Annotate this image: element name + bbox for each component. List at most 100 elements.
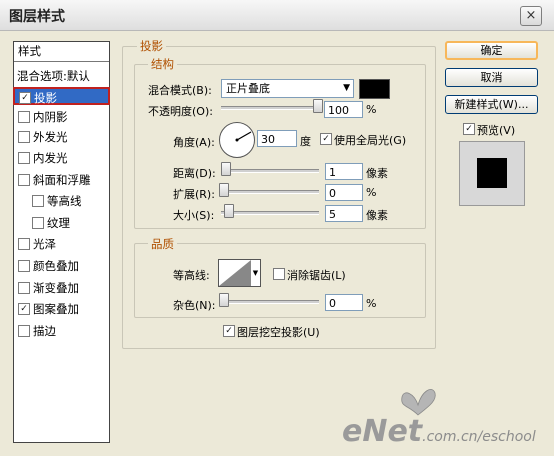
angle-dial[interactable] [219,122,255,158]
noise-slider-thumb[interactable] [219,293,229,307]
style-item[interactable]: ✓ 图案叠加 [14,300,109,318]
style-item-label: 内阴影 [33,110,68,124]
style-item-checkbox[interactable] [18,173,30,186]
spread-slider-track[interactable] [221,190,319,194]
global-light-label[interactable]: 使用全局光(G) [334,132,406,148]
quality-title: 品质 [148,236,177,252]
distance-label: 距离(D): [173,167,216,180]
style-item[interactable]: 混合选项:默认 [14,67,109,85]
watermark: eNet.com.cn/eschool [342,414,536,449]
size-slider-thumb[interactable] [224,204,234,218]
anti-alias-checkbox[interactable] [273,268,285,280]
linear-contour-icon [219,260,251,286]
size-slider-track[interactable] [221,211,319,215]
blend-mode-select[interactable]: 正片叠底 ▼ [221,79,354,98]
opacity-slider-thumb[interactable] [313,99,323,113]
watermark-suffix: .com.cn/eschool [422,429,536,445]
window-title: 图层样式 [9,9,65,25]
layer-style-dialog: 图层样式 × 样式 混合选项:默认 ✓ 投影 内阴影 外发光 内发光 斜面和浮雕 等高线 纹理光… [0,0,554,456]
style-item[interactable]: 渐变叠加 [14,279,109,297]
knockout-checkbox[interactable]: ✓ [223,325,235,337]
noise-field[interactable]: 0 [325,294,363,311]
style-item-label: 斜面和浮雕 [33,173,91,187]
style-item-checkbox[interactable] [18,281,30,294]
style-item-checkbox[interactable]: ✓ [19,91,31,104]
style-item[interactable]: 外发光 [14,128,109,146]
style-item-checkbox[interactable]: ✓ [18,302,30,315]
style-preview [459,141,525,206]
noise-slider-track[interactable] [221,300,319,304]
shadow-color-swatch[interactable] [359,79,390,99]
distance-unit: 像素 [366,167,388,180]
preview-label[interactable]: 预览(V) [477,122,515,138]
opacity-label: 不透明度(O): [148,105,213,118]
angle-needle-icon [235,131,252,142]
watermark-brand: eNet [342,414,423,449]
style-item-label: 投影 [34,91,57,105]
new-style-button[interactable]: 新建样式(W)... [445,95,538,114]
noise-unit: % [366,297,377,310]
size-field[interactable]: 5 [325,205,363,222]
style-item[interactable]: 光泽 [14,235,109,253]
blend-mode-value: 正片叠底 [226,82,270,95]
contour-preview[interactable] [218,259,252,287]
style-item-checkbox[interactable] [32,194,44,207]
distance-slider-track[interactable] [221,169,319,173]
style-item[interactable]: 描边 [14,322,109,340]
styles-list-header: 样式 [14,42,109,62]
style-item-checkbox[interactable] [18,110,30,123]
angle-label: 角度(A): [173,136,215,149]
style-item[interactable]: 斜面和浮雕 [14,171,109,189]
chevron-down-icon: ▼ [343,83,350,93]
style-item-label: 纹理 [47,216,70,230]
style-item-label: 内发光 [33,151,68,165]
style-item-checkbox[interactable] [18,151,30,164]
style-item-label: 渐变叠加 [33,281,79,295]
anti-alias-label[interactable]: 消除锯齿(L) [287,267,346,283]
global-light-checkbox[interactable]: ✓ [320,133,332,145]
preview-checkbox[interactable]: ✓ [463,123,475,135]
spread-label: 扩展(R): [173,188,215,201]
distance-field[interactable]: 1 [325,163,363,180]
style-item[interactable]: 内阴影 [14,108,109,126]
style-item-checkbox[interactable] [18,130,30,143]
noise-label: 杂色(N): [173,299,216,312]
drop-shadow-title: 投影 [137,38,166,54]
close-icon[interactable]: × [520,6,542,26]
size-label: 大小(S): [173,209,215,222]
ok-button[interactable]: 确定 [445,41,538,60]
knockout-label[interactable]: 图层挖空投影(U) [237,324,320,340]
style-item-label: 外发光 [33,130,68,144]
style-item[interactable]: ✓ 投影 [13,87,110,105]
style-item-label: 光泽 [33,237,56,251]
blend-mode-label: 混合模式(B): [148,84,212,97]
spread-slider-thumb[interactable] [219,183,229,197]
preview-swatch [477,158,507,188]
angle-unit: 度 [300,135,311,148]
style-item-label: 颜色叠加 [33,259,79,273]
chevron-down-icon[interactable]: ▼ [251,259,261,287]
style-item-label: 图案叠加 [33,302,79,316]
style-item-checkbox[interactable] [18,324,30,337]
style-item-checkbox[interactable] [18,259,30,272]
style-item[interactable]: 等高线 [14,192,109,210]
opacity-slider-track[interactable] [221,106,319,110]
style-item-label: 等高线 [47,194,82,208]
size-unit: 像素 [366,209,388,222]
opacity-field[interactable]: 100 [324,101,363,118]
spread-field[interactable]: 0 [325,184,363,201]
structure-title: 结构 [148,56,177,72]
opacity-unit: % [366,103,377,116]
style-item-checkbox[interactable] [32,216,44,229]
style-item-checkbox[interactable] [18,237,30,250]
style-item[interactable]: 内发光 [14,149,109,167]
style-item[interactable]: 颜色叠加 [14,257,109,275]
angle-field[interactable]: 30 [257,130,297,147]
title-bar: 图层样式 × [0,0,554,31]
contour-label: 等高线: [173,269,210,282]
spread-unit: % [366,186,377,199]
distance-slider-thumb[interactable] [221,162,231,176]
style-item[interactable]: 纹理 [14,214,109,232]
cancel-button[interactable]: 取消 [445,68,538,87]
style-item-label: 混合选项:默认 [17,69,90,83]
